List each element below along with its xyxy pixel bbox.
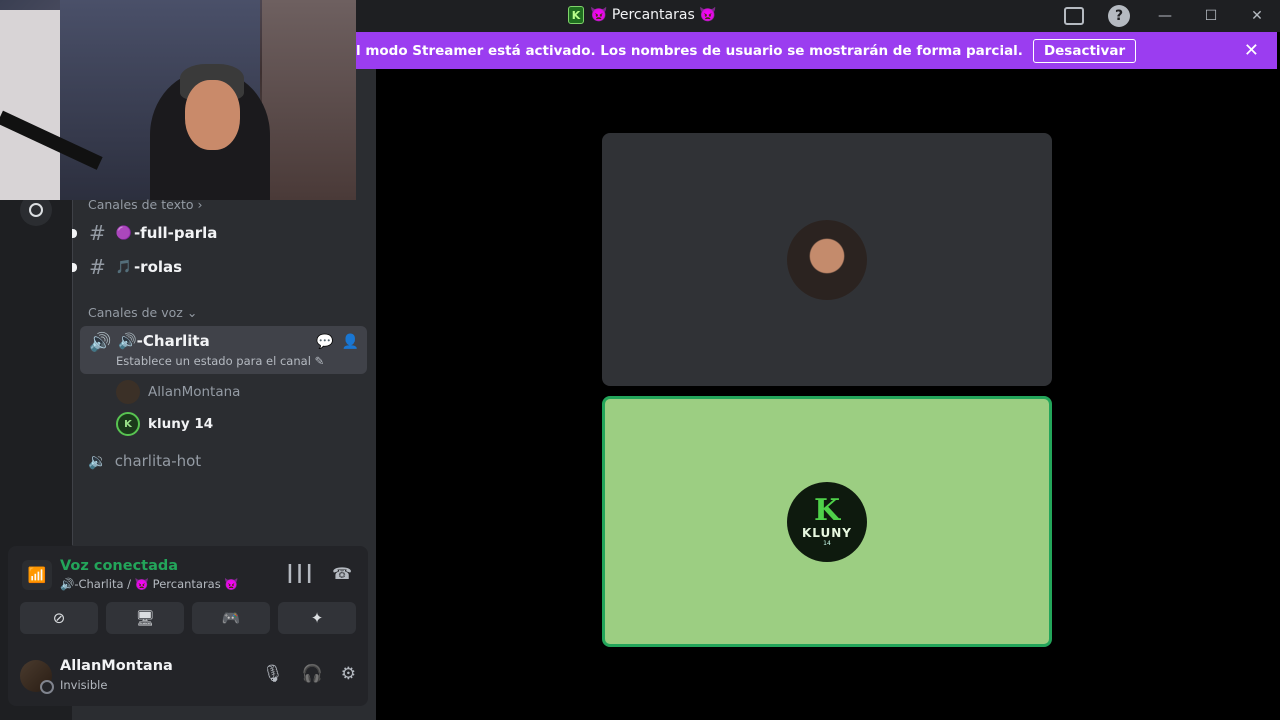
text-channels-header[interactable]: Canales de texto › xyxy=(88,197,203,212)
kluny-logo-letter: K xyxy=(813,493,841,528)
server-name: 👿 Percantaras 👿 xyxy=(590,7,717,23)
disconnect-icon[interactable]: ☎ xyxy=(332,564,352,583)
window-titlebar: K 👿 Percantaras 👿 ? — ☐ ✕ xyxy=(356,0,1280,32)
camera-off-button[interactable]: ⊘ xyxy=(20,602,98,634)
locked-speaker-icon: 🔉 xyxy=(88,452,107,470)
user-panel[interactable]: AllanMontana Invisible 🎙 🎧 ⚙ xyxy=(20,658,360,698)
speaker-icon: 🔊 xyxy=(89,332,112,353)
user-status: Invisible xyxy=(60,678,108,692)
channel-full-parla[interactable]: # 🟣 -full-parla xyxy=(72,218,372,248)
unread-indicator xyxy=(72,228,77,238)
deactivate-button[interactable]: Desactivar xyxy=(1032,38,1137,63)
avatar xyxy=(116,380,140,404)
gear-icon[interactable]: ⚙ xyxy=(341,664,356,684)
voice-channel-label: charlita-hot xyxy=(114,452,202,470)
channel-label: -full-parla xyxy=(133,224,218,242)
avatar: K xyxy=(116,412,140,436)
banner-message: l modo Streamer está activado. Los nombr… xyxy=(356,42,1023,59)
close-button[interactable]: ✕ xyxy=(1234,0,1280,32)
soundboard-button[interactable]: ✦ xyxy=(278,602,356,634)
activities-button[interactable]: 🎮 xyxy=(192,602,270,634)
microphone-icon[interactable]: 🎙 xyxy=(262,664,284,684)
avatar: K KLUNY 14 xyxy=(787,481,867,562)
close-icon[interactable]: ✕ xyxy=(1244,40,1259,61)
channel-rolas[interactable]: # 🎵 -rolas xyxy=(72,252,372,282)
voice-connected-location[interactable]: 🔊-Charlita / 👿 Percantaras 👿 xyxy=(60,577,239,591)
streamer-mode-banner: l modo Streamer está activado. Los nombr… xyxy=(356,32,1277,69)
noise-suppression-icon[interactable]: ┃┃┃ xyxy=(285,564,314,583)
minimize-button[interactable]: — xyxy=(1142,0,1188,32)
screen-share-button[interactable]: 🖥 xyxy=(106,602,184,634)
maximize-button[interactable]: ☐ xyxy=(1188,0,1234,32)
help-icon[interactable]: ? xyxy=(1108,5,1130,27)
member-name: AllanMontana xyxy=(148,384,241,400)
inbox-icon[interactable] xyxy=(1064,7,1084,25)
unread-indicator xyxy=(72,262,77,272)
channel-status-prompt[interactable]: Establece un estado para el canal ✎ xyxy=(116,354,324,368)
kluny-logo-text: KLUNY xyxy=(802,526,852,540)
voice-channel-label: 🔊-Charlita xyxy=(118,332,210,350)
participant-tile-allanmontana[interactable] xyxy=(602,133,1052,386)
username: AllanMontana xyxy=(60,658,173,674)
channel-label: -rolas xyxy=(133,258,183,276)
headphones-icon[interactable]: 🎧 xyxy=(302,664,323,684)
avatar xyxy=(787,219,867,300)
member-name: kluny 14 xyxy=(148,416,214,432)
music-icon: 🎵 xyxy=(115,259,132,275)
voice-channels-header[interactable]: Canales de voz ⌄ xyxy=(88,305,197,320)
kluny-logo-number: 14 xyxy=(823,540,831,547)
hash-icon: # xyxy=(89,221,106,245)
voice-member-kluny[interactable]: K kluny 14 xyxy=(116,412,213,436)
left-sidebar: Canales de texto › # 🟣 -full-parla # 🎵 -r… xyxy=(0,0,376,720)
voice-connection-panel: 📶 Voz conectada 🔊-Charlita / 👿 Percantar… xyxy=(8,546,368,706)
emoji-icon: 🟣 xyxy=(115,225,132,241)
voice-channel-charlita[interactable]: 🔊 🔊-Charlita Establece un estado para el… xyxy=(80,326,367,374)
window-title: K 👿 Percantaras 👿 xyxy=(568,6,717,24)
voice-connected-title[interactable]: Voz conectada xyxy=(60,558,178,574)
invite-icon[interactable]: 👤 xyxy=(342,334,359,350)
chat-icon[interactable]: 💬 xyxy=(316,334,333,350)
hash-icon: # xyxy=(89,255,106,279)
voice-channel-charlita-hot[interactable]: 🔉 charlita-hot xyxy=(88,452,201,470)
connection-signal-icon[interactable]: 📶 xyxy=(22,560,52,590)
participant-tile-kluny[interactable]: K KLUNY 14 xyxy=(602,396,1052,647)
server-logo: K xyxy=(568,6,584,24)
webcam-overlay xyxy=(0,0,356,200)
avatar[interactable] xyxy=(20,660,54,694)
voice-member-allanmontana[interactable]: AllanMontana xyxy=(116,380,240,404)
